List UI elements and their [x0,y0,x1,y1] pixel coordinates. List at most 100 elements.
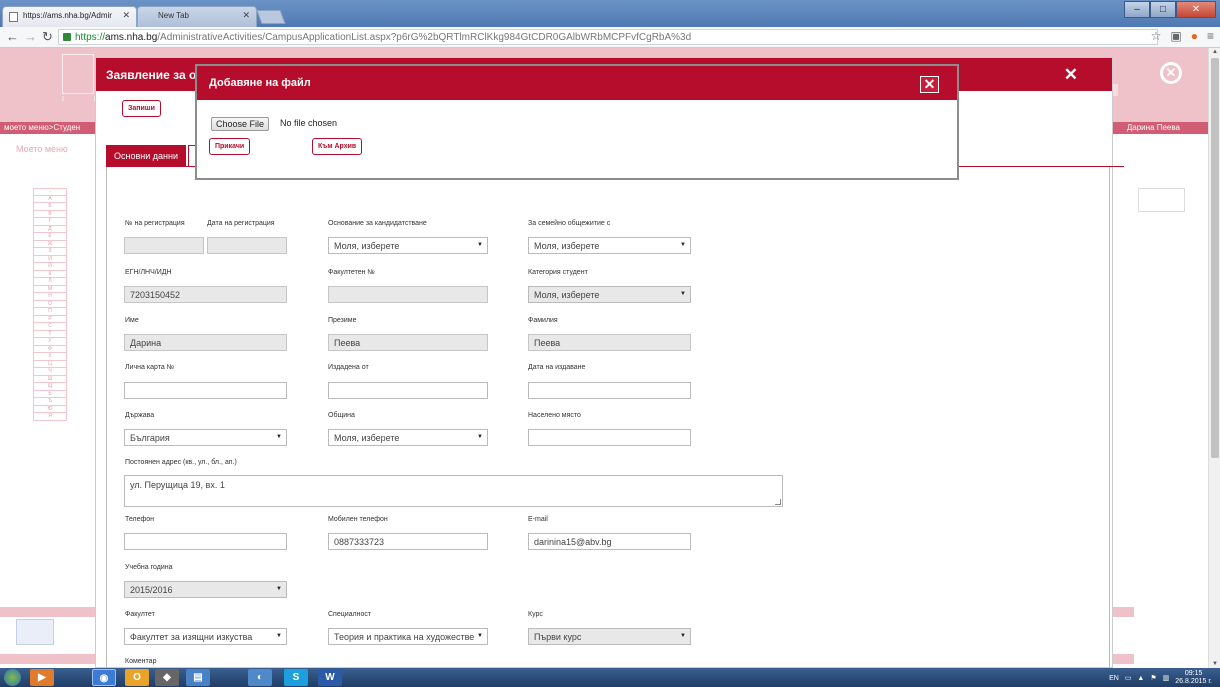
alphabet-letter[interactable]: Ю [33,405,67,413]
scrollbar-thumb[interactable] [1211,58,1219,458]
scroll-up-icon[interactable]: ▲ [1212,49,1218,55]
clock[interactable]: 09:15 26.8.2015 г. [1175,670,1212,686]
alphabet-letter[interactable]: Ж [33,240,67,248]
alphabet-letter[interactable]: Х [33,353,67,361]
alphabet-letter[interactable]: Ч [33,368,67,376]
alphabet-letter[interactable]: Ъ [33,398,67,406]
alphabet-letter[interactable]: Щ [33,383,67,391]
reg-no-field[interactable] [124,237,204,254]
keyboard-icon[interactable]: ▭ [1125,674,1132,682]
app-icon[interactable]: ◆ [155,669,179,686]
phone-field[interactable] [124,533,287,550]
country-select[interactable]: България ▼ [124,429,287,446]
mobile-field[interactable]: 0887333723 [328,533,488,550]
modal-close-icon[interactable]: ✕ [1064,65,1078,85]
skype-icon[interactable]: S [284,669,308,686]
alphabet-letter[interactable]: М [33,285,67,293]
id-card-field[interactable] [124,382,287,399]
alphabet-letter[interactable]: Д [33,225,67,233]
breadcrumb[interactable]: моето меню>Студен [4,123,80,132]
start-button-icon[interactable] [4,669,21,686]
choose-file-button[interactable]: Choose File [211,117,270,131]
last-name-field[interactable]: Пеева [528,334,691,351]
alphabet-letter[interactable]: Ф [33,345,67,353]
year-select[interactable]: 2015/2016 ▼ [124,581,287,598]
page-close-icon[interactable]: ✕ [1160,62,1182,84]
alphabet-letter[interactable]: - [33,188,67,196]
page-scrollbar[interactable]: ▲ ▼ [1208,48,1220,668]
alphabet-letter[interactable]: Б [33,203,67,211]
extension-icon[interactable]: ▣ [1170,29,1181,43]
alphabet-letter[interactable]: Р [33,315,67,323]
settlement-field[interactable] [528,429,691,446]
word-icon[interactable]: W [318,669,342,686]
window-close-icon[interactable]: ✕ [1176,1,1216,18]
save-button[interactable]: Запиши [122,100,161,117]
basis-select[interactable]: Моля, изберете ▼ [328,237,488,254]
alphabet-letter[interactable]: Й [33,263,67,271]
alphabet-letter[interactable]: Л [33,278,67,286]
office-icon[interactable]: O [125,669,149,686]
new-tab-button[interactable] [256,10,286,24]
municipality-select[interactable]: Моля, изберете ▼ [328,429,488,446]
archive-button[interactable]: Към Архив [312,138,363,155]
dialog-close-icon[interactable]: ✕ [920,76,939,93]
reload-icon[interactable]: ↻ [42,29,53,45]
alphabet-letter[interactable]: А [33,195,67,203]
tab-basic-data[interactable]: Основни данни [106,145,186,167]
middle-name-field[interactable]: Пеева [328,334,488,351]
category-select[interactable]: Моля, изберете ▼ [528,286,691,303]
browser-tab-active[interactable]: https://ams.nha.bg/Admir ✕ [2,6,137,27]
my-menu-link[interactable]: Моето меню [16,144,68,154]
alphabet-letter[interactable]: Ц [33,360,67,368]
issue-date-field[interactable] [528,382,691,399]
alphabet-letter[interactable]: П [33,308,67,316]
avast-icon[interactable]: ● [1191,29,1198,43]
reg-date-field[interactable] [207,237,287,254]
issued-by-field[interactable] [328,382,488,399]
course-select[interactable]: Първи курс ▼ [528,628,691,645]
back-icon[interactable]: ← [6,29,19,44]
user-name[interactable]: Дарина Пеева [1127,123,1180,132]
minimize-icon[interactable]: – [1124,1,1150,18]
resize-handle-icon[interactable] [775,499,781,505]
alphabet-letter[interactable]: Ь [33,390,67,398]
faculty-no-field[interactable] [328,286,488,303]
egn-field[interactable]: 7203150452 [124,286,287,303]
attach-button[interactable]: Прикачи [209,138,251,155]
maximize-icon[interactable]: □ [1150,1,1176,18]
alphabet-letter[interactable]: Н [33,293,67,301]
media-player-icon[interactable]: ▶ [30,669,54,686]
explorer-icon[interactable]: ▤ [186,669,210,686]
close-tab-icon[interactable]: ✕ [242,10,250,21]
language-indicator[interactable]: EN [1109,675,1119,682]
viewer-icon[interactable]: ◐ [248,669,272,686]
alphabet-letter[interactable]: У [33,338,67,346]
alphabet-letter[interactable]: Е [33,233,67,241]
scroll-down-icon[interactable]: ▼ [1212,661,1218,667]
family-select[interactable]: Моля, изберете ▼ [528,237,691,254]
specialty-select[interactable]: Теория и практика на художестве ▼ [328,628,488,645]
alphabet-letter[interactable]: Т [33,330,67,338]
bookmark-star-icon[interactable]: ☆ [1151,29,1162,43]
network-icon[interactable]: ▥ [1163,674,1170,682]
alphabet-letter[interactable]: Ш [33,375,67,383]
flag-icon[interactable]: ⚑ [1150,674,1156,682]
alphabet-letter[interactable]: Г [33,218,67,226]
forward-icon[interactable]: → [24,29,37,44]
faculty-select[interactable]: Факултет за изящни изкуства ▼ [124,628,287,645]
email-field[interactable]: darinina15@abv.bg [528,533,691,550]
alphabet-letter[interactable]: В [33,210,67,218]
address-bar[interactable]: https://ams.nha.bg/AdministrativeActivit… [58,29,1158,45]
search-box[interactable] [1138,188,1185,212]
alphabet-letter[interactable]: К [33,270,67,278]
close-tab-icon[interactable]: ✕ [122,10,130,21]
alphabet-letter[interactable]: О [33,300,67,308]
first-name-field[interactable]: Дарина [124,334,287,351]
alphabet-letter[interactable]: И [33,255,67,263]
alphabet-letter[interactable]: Я [33,413,67,421]
browser-tab-new[interactable]: New Tab ✕ [137,6,257,27]
tray-expand-icon[interactable]: ▲ [1137,675,1144,682]
alphabet-letter[interactable]: З [33,248,67,256]
menu-icon[interactable]: ≡ [1207,29,1214,43]
